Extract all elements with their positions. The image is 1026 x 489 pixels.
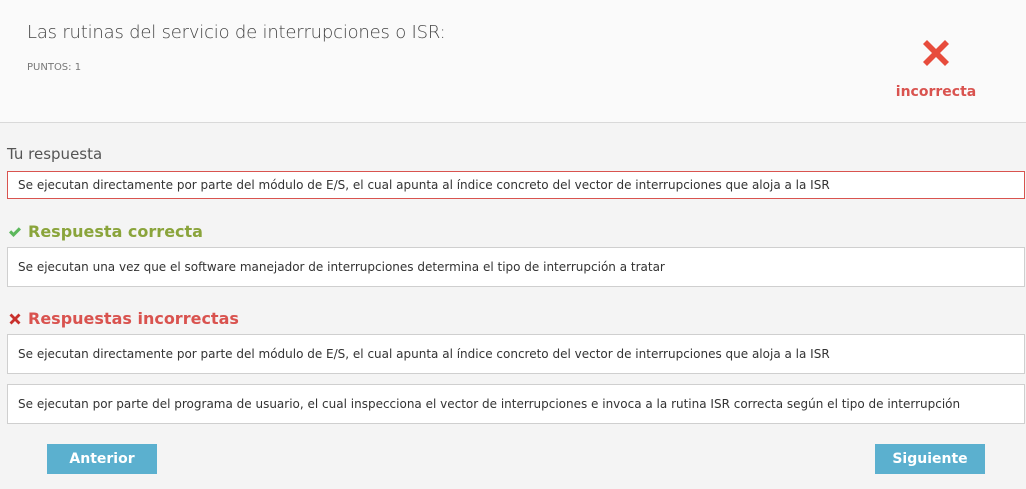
cross-icon xyxy=(9,313,21,324)
incorrect-answer-item: Se ejecutan por parte del programa de us… xyxy=(7,384,1025,424)
correct-answer-box: Se ejecutan una vez que el software mane… xyxy=(7,247,1025,287)
next-button[interactable]: Siguiente xyxy=(875,444,985,474)
correct-answer-text: Se ejecutan una vez que el software mane… xyxy=(18,260,665,274)
previous-button[interactable]: Anterior xyxy=(47,444,157,474)
correct-answer-heading: Respuesta correcta xyxy=(8,222,203,241)
question-text: Las rutinas del servicio de interrupcion… xyxy=(27,22,446,43)
question-header: Las rutinas del servicio de interrupcion… xyxy=(0,0,1026,123)
incorrect-answer-item: Se ejecutan directamente por parte del m… xyxy=(7,334,1025,374)
correct-answer-title: Respuesta correcta xyxy=(28,222,203,241)
your-answer-box: Se ejecutan directamente por parte del m… xyxy=(7,171,1025,199)
your-answer-label: Tu respuesta xyxy=(7,145,103,163)
your-answer-text: Se ejecutan directamente por parte del m… xyxy=(18,178,830,192)
incorrect-answer-text: Se ejecutan por parte del programa de us… xyxy=(18,397,961,411)
question-points: PUNTOS: 1 xyxy=(27,62,82,73)
incorrect-answers-heading: Respuestas incorrectas xyxy=(8,309,239,328)
check-icon xyxy=(9,226,21,237)
result-label: incorrecta xyxy=(895,84,977,100)
cross-icon xyxy=(923,40,949,66)
incorrect-answer-text: Se ejecutan directamente por parte del m… xyxy=(18,347,830,361)
incorrect-answers-title: Respuestas incorrectas xyxy=(28,309,239,328)
